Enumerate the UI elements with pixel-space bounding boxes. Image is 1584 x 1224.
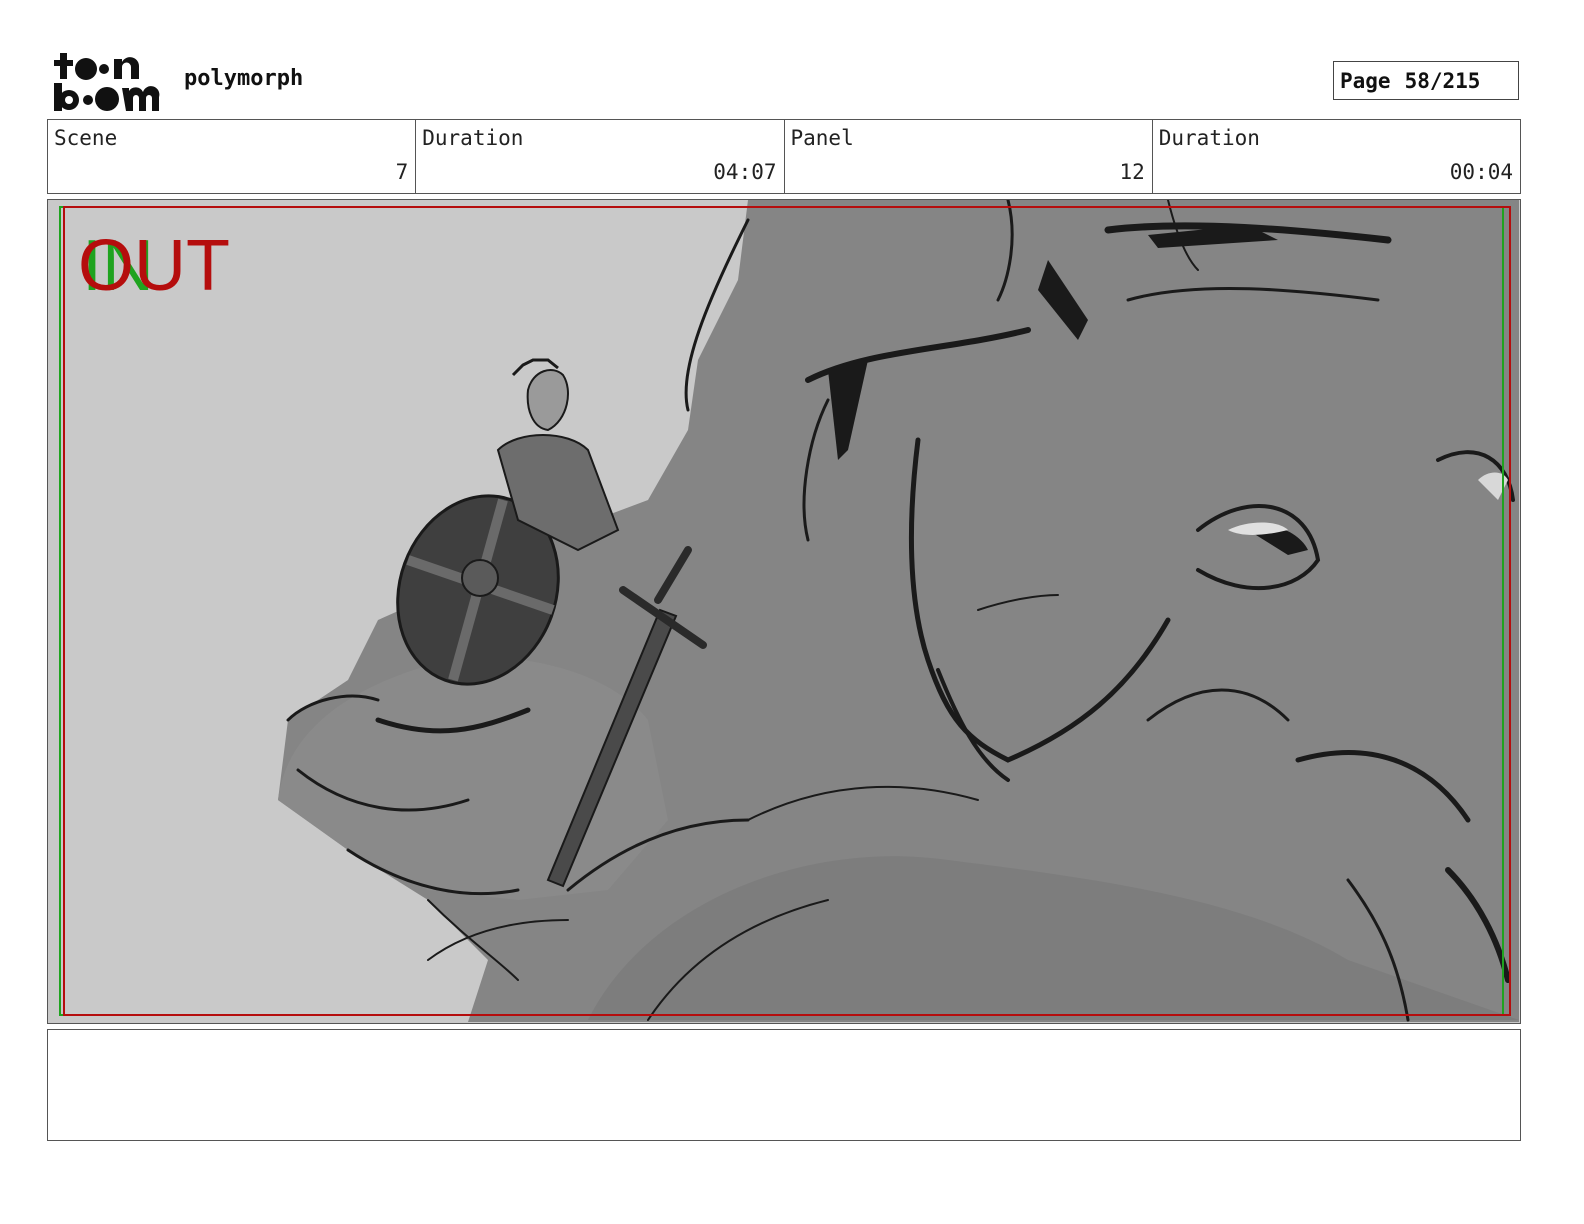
- scene-duration-label: Duration: [422, 126, 524, 150]
- panel-cell: Panel 12: [785, 120, 1153, 193]
- project-title: polymorph: [184, 66, 304, 91]
- panel-notes: [47, 1029, 1521, 1141]
- scene-label: Scene: [54, 126, 118, 150]
- scene-duration-value: 04:07: [713, 160, 777, 184]
- panel-duration-value: 00:04: [1449, 160, 1513, 184]
- out-marker: OUT: [78, 226, 230, 306]
- scene-duration-cell: Duration 04:07: [416, 120, 785, 193]
- panel-duration-label: Duration: [1158, 126, 1260, 150]
- panel-info-row: Scene 7 Duration 04:07 Panel 12 Duration…: [47, 119, 1521, 194]
- panel-duration-cell: Duration 00:04: [1153, 120, 1520, 193]
- page-label: Page: [1340, 68, 1391, 93]
- panel-value: 12: [1119, 160, 1145, 184]
- scene-value: 7: [395, 160, 409, 184]
- page-indicator: Page 58/215: [1333, 61, 1519, 100]
- scene-cell: Scene 7: [48, 120, 417, 193]
- storyboard-panel-image: IN OUT: [47, 199, 1521, 1024]
- page-number: 58/215: [1404, 68, 1481, 93]
- panel-label: Panel: [790, 126, 854, 150]
- panel-sketch: [48, 200, 1519, 1022]
- toon-boom-logo: [52, 50, 164, 112]
